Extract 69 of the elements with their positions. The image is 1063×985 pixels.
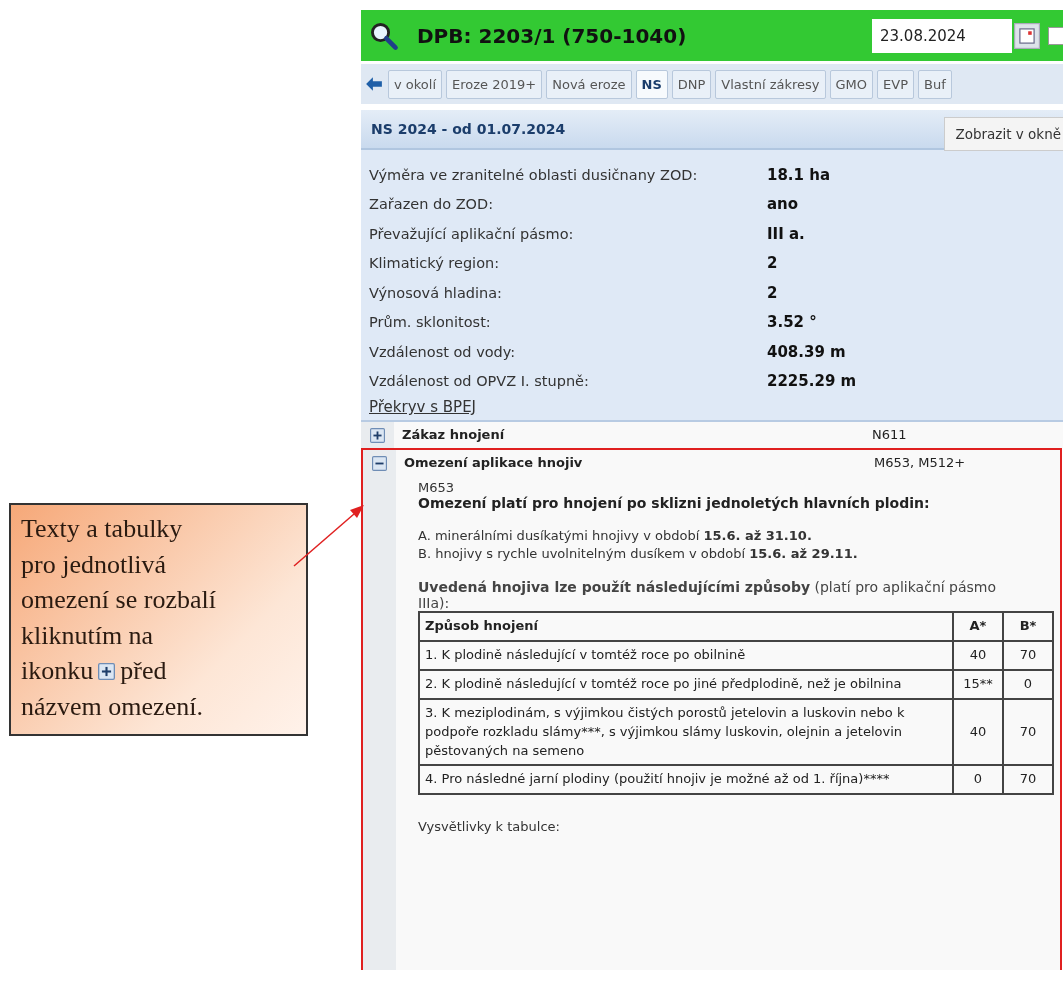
info-label: Zařazen do ZOD: [369, 196, 495, 213]
notes-title: Vysvětlivky k tabulce: [418, 819, 561, 835]
restriction-name: Omezení aplikace hnojiv [404, 455, 584, 470]
table-cell: 4. Pro následné jarní plodiny (použití hnojiv je možné až od 1. října)**** [419, 765, 953, 795]
tab[interactable]: GMO [829, 69, 874, 99]
info-value: 2 [767, 254, 778, 273]
search-icon[interactable] [369, 20, 399, 51]
info-value: 2225.29 m [767, 372, 857, 391]
restriction-heading: Omezení platí pro hnojení po sklizni jednoletých hlavních plodin: [418, 495, 931, 511]
tab[interactable]: Buf [918, 69, 952, 99]
table-cell: 40 [953, 698, 1003, 766]
checkbox[interactable] [1048, 26, 1063, 45]
calendar-icon[interactable] [1014, 22, 1040, 49]
collapse-icon[interactable] [372, 456, 387, 471]
callout-text: ikonku [21, 656, 94, 685]
table-cell: 0 [953, 765, 1003, 795]
date-field[interactable]: 23.08.2024 [872, 18, 1012, 53]
info-value: 408.39 m [767, 342, 846, 361]
info-value: 18.1 ha [767, 165, 831, 184]
tab[interactable]: EVP [877, 69, 914, 99]
tab[interactable]: DNP [671, 69, 712, 99]
table-cell: 70 [1003, 641, 1053, 671]
info-label: Vzdálenost od vody: [369, 343, 517, 360]
callout-text: pro jednotlivá [21, 549, 167, 579]
restriction-name: Zákaz hnojení [402, 427, 506, 442]
info-label: Klimatický region: [369, 255, 501, 272]
overlap-link[interactable]: Překryv s BPEJ [369, 398, 477, 416]
period-text: B. hnojivy s rychle uvolnitelným dusíkem v období 15.6. až 29.11. [418, 545, 859, 564]
column-header: A* [953, 612, 1003, 642]
callout-text: Texty a tabulky [21, 514, 183, 543]
restriction-codes: M653, M512+ [874, 455, 966, 470]
section-title: NS 2024 - od 01.07.2024 [371, 121, 566, 137]
intro-text: Uvedená hnojiva lze použít následujícími způsoby (platí pro aplikační pásmo IIIa): [418, 579, 998, 612]
callout-text: před [120, 656, 167, 685]
table-cell: 15** [953, 670, 1003, 699]
column-header: B* [1003, 612, 1053, 642]
period-text: A. minerálními dusíkatými hnojivy v období 15.6. až 31.10. [418, 527, 813, 545]
table-cell: 70 [1003, 765, 1053, 795]
tab[interactable]: v okolí [388, 69, 443, 99]
tab[interactable]: Nová eroze [546, 69, 632, 99]
info-value: III a. [767, 224, 805, 243]
info-label: Výměra ve zranitelné oblasti dusičnany ZOD: [369, 166, 699, 183]
table-cell: 40 [953, 641, 1003, 671]
back-arrow-icon[interactable] [365, 76, 383, 92]
info-label: Výnosová hladina: [369, 284, 503, 301]
parcel-title: DPB: 2203/1 (750-1040) [417, 23, 688, 48]
callout-text: kliknutím na [21, 620, 154, 650]
info-value: ano [767, 195, 799, 214]
open-window-button[interactable]: Zobrazit v okně [944, 117, 1063, 151]
tab[interactable]: Eroze 2019+ [446, 69, 543, 99]
table-cell: 70 [1003, 698, 1053, 766]
table-cell: 2. K plodině následující v tomtéž roce po jiné předplodině, než je obilnina [419, 670, 953, 699]
callout-text: názvem omezení. [21, 691, 203, 721]
info-value: 2 [767, 283, 778, 302]
table-cell: 3. K meziplodinám, s výjimkou čistých porostů jetelovin a luskovin nebo k podpoře rozkladu slámy***, s výjimkou slámy luskovin, olejnin a jetelovin pěstovaných na semeno [419, 698, 953, 766]
info-label: Vzdálenost od OPVZ I. stupně: [369, 373, 590, 390]
tab[interactable]: Vlastní zákresy [715, 69, 826, 99]
restriction-codes: N611 [872, 427, 907, 442]
info-label: Převažující aplikační pásmo: [369, 225, 575, 242]
column-header: Způsob hnojení [419, 612, 953, 642]
info-value: 3.52 ° [767, 313, 817, 332]
expand-icon [98, 663, 116, 680]
callout-text: omezení se rozbalí [21, 585, 216, 614]
table-cell: 0 [1003, 670, 1053, 699]
info-label: Prům. sklonitost: [369, 314, 492, 331]
measure-code: M653 [418, 480, 456, 495]
table-cell: 1. K plodině následující v tomtéž roce po obilnině [419, 641, 953, 671]
expand-icon[interactable] [370, 428, 385, 443]
tab[interactable]: NS [635, 69, 668, 99]
